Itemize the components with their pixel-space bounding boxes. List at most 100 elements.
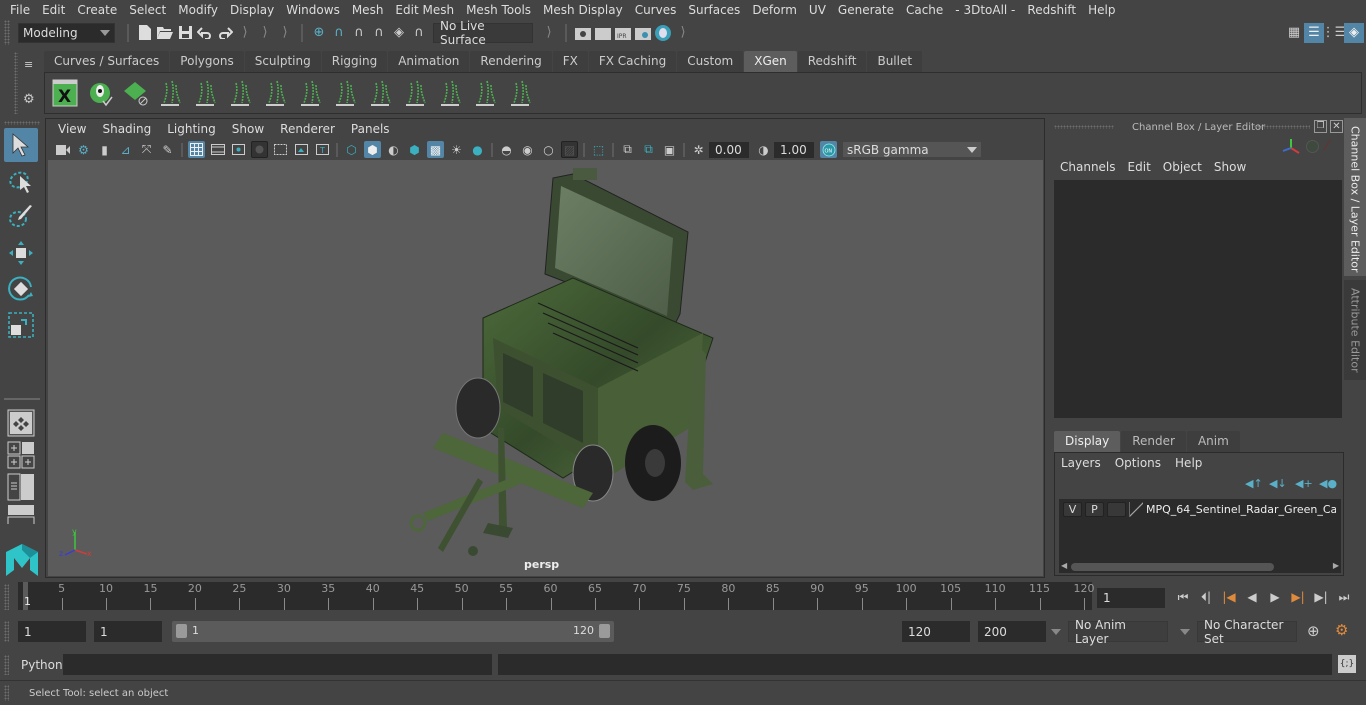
image-icon[interactable]: ▣ bbox=[661, 141, 678, 158]
new-layer-selected-icon[interactable]: ◀● bbox=[1319, 477, 1337, 490]
wireframe-icon[interactable]: ⬡ bbox=[343, 141, 360, 158]
tool-settings-icon[interactable]: ⋮☰ bbox=[1322, 23, 1347, 43]
gamma-field[interactable]: 1.00 bbox=[774, 141, 814, 158]
viewport-menu-view[interactable]: View bbox=[50, 122, 94, 136]
shelf-tab-rendering[interactable]: Rendering bbox=[470, 51, 552, 72]
menu-generate[interactable]: Generate bbox=[832, 3, 900, 17]
xgen-lock-guide-icon[interactable] bbox=[294, 77, 326, 109]
command-line-input[interactable] bbox=[63, 654, 492, 675]
collapse-arrow-icon[interactable]: ⟩ bbox=[673, 23, 693, 43]
redo-icon[interactable] bbox=[215, 23, 235, 43]
step-forward-key-icon[interactable]: ▶| bbox=[1288, 587, 1308, 607]
layer-visibility-toggle[interactable]: V bbox=[1063, 501, 1082, 517]
xgen-select-guide-icon[interactable] bbox=[434, 77, 466, 109]
snap-curve-icon[interactable]: ∩ bbox=[329, 23, 349, 43]
rotate-tool[interactable] bbox=[4, 272, 38, 306]
status-line-grip[interactable] bbox=[4, 20, 10, 45]
modeling-toolkit-icon[interactable]: ▦ bbox=[1284, 23, 1304, 43]
shelf-tab-custom[interactable]: Custom bbox=[677, 51, 744, 72]
new-layer-icon[interactable]: ◀+ bbox=[1295, 477, 1313, 490]
layer-editor-menu-layers[interactable]: Layers bbox=[1059, 456, 1113, 470]
layer-row[interactable]: V P MPQ_64_Sentinel_Radar_Green_Camo bbox=[1059, 499, 1341, 519]
shelf-tab-polygons[interactable]: Polygons bbox=[170, 51, 244, 72]
2d-pan-zoom-icon[interactable]: ⤧ bbox=[138, 141, 155, 158]
help-line-grip[interactable] bbox=[4, 685, 9, 701]
textured-icon[interactable]: ▩ bbox=[427, 141, 444, 158]
safe-title-icon[interactable]: T bbox=[314, 141, 331, 158]
render-current-icon[interactable] bbox=[593, 23, 613, 43]
xray-joints-icon[interactable]: ⧉ bbox=[619, 141, 636, 158]
xgen-clear-preview-icon[interactable] bbox=[119, 77, 151, 109]
snap-surface-icon[interactable]: ◈ bbox=[389, 23, 409, 43]
range-end-handle[interactable] bbox=[599, 624, 610, 638]
shelf-tab-fx-caching[interactable]: FX Caching bbox=[588, 51, 677, 72]
shelf-tab-xgen[interactable]: XGen bbox=[744, 51, 797, 72]
time-slider[interactable]: 1 5 10 15 20 25 30 35 40 45 50 55 60 65 70 75 80 85 90 95 1… bbox=[18, 582, 1095, 610]
menu-edit[interactable]: Edit bbox=[36, 3, 71, 17]
scale-tool[interactable] bbox=[4, 308, 38, 342]
camera-attributes-icon[interactable]: ⚙ bbox=[75, 141, 92, 158]
layer-list-scrollbar[interactable]: ◀ ▶ bbox=[1059, 561, 1341, 573]
shelf-tab-redshift[interactable]: Redshift bbox=[797, 51, 867, 72]
go-to-start-icon[interactable]: ⏮ bbox=[1173, 587, 1193, 607]
menu-mesh-tools[interactable]: Mesh Tools bbox=[460, 3, 537, 17]
select-tool[interactable] bbox=[4, 128, 38, 162]
menu-mesh[interactable]: Mesh bbox=[346, 3, 390, 17]
auto-key-icon[interactable]: ⊕ bbox=[1307, 622, 1320, 640]
close-panel-icon[interactable]: ✕ bbox=[1330, 120, 1343, 133]
side-tab-channel-box[interactable]: Channel Box / Layer Editor bbox=[1344, 118, 1366, 276]
bookmark-icon[interactable]: ▮ bbox=[96, 141, 113, 158]
xgen-preview-icon[interactable] bbox=[84, 77, 116, 109]
menu-edit-mesh[interactable]: Edit Mesh bbox=[389, 3, 460, 17]
viewport-menu-show[interactable]: Show bbox=[224, 122, 272, 136]
xgen-delete-guide-icon[interactable] bbox=[504, 77, 536, 109]
animation-preferences-icon[interactable]: ⚙ bbox=[1335, 621, 1348, 639]
menu-3dtoall[interactable]: - 3DtoAll - bbox=[949, 3, 1021, 17]
persp-graph-layout[interactable] bbox=[4, 504, 38, 524]
menu-cache[interactable]: Cache bbox=[900, 3, 949, 17]
xgen-guide-length-icon[interactable] bbox=[329, 77, 361, 109]
smooth-shade-icon[interactable]: ⬢ bbox=[364, 141, 381, 158]
scroll-left-icon[interactable]: ◀ bbox=[1061, 561, 1067, 570]
render-view-icon[interactable] bbox=[573, 23, 593, 43]
gate-mask-icon[interactable] bbox=[251, 141, 268, 158]
playback-end-field[interactable]: 120 bbox=[902, 621, 970, 642]
motion-blur-icon[interactable]: ◉ bbox=[519, 141, 536, 158]
shelf-tab-bullet[interactable]: Bullet bbox=[867, 51, 923, 72]
viewport-menu-lighting[interactable]: Lighting bbox=[159, 122, 224, 136]
menu-create[interactable]: Create bbox=[71, 3, 123, 17]
channel-box-area[interactable] bbox=[1054, 180, 1342, 418]
save-scene-icon[interactable] bbox=[175, 23, 195, 43]
step-forward-frame-icon[interactable]: ▶| bbox=[1311, 587, 1331, 607]
radar-trailer-model[interactable] bbox=[403, 168, 723, 563]
menu-windows[interactable]: Windows bbox=[280, 3, 346, 17]
viewport-canvas[interactable]: persp y x z bbox=[48, 160, 1043, 576]
menu-set-dropdown[interactable]: Modeling bbox=[18, 22, 115, 43]
xgen-add-guides-icon[interactable] bbox=[154, 77, 186, 109]
range-start-handle[interactable] bbox=[176, 624, 187, 638]
channel-box-menu-object[interactable]: Object bbox=[1159, 160, 1210, 174]
collapse-arrow-icon[interactable]: ⟩ bbox=[235, 23, 255, 43]
outliner-persp-layout[interactable] bbox=[4, 472, 38, 502]
toolbox-grip[interactable] bbox=[4, 121, 40, 125]
field-chart-icon[interactable] bbox=[272, 141, 289, 158]
move-layer-down-icon[interactable]: ◀↓ bbox=[1269, 477, 1287, 490]
shelf-tab-rigging[interactable]: Rigging bbox=[321, 51, 388, 72]
collapse-arrow-icon[interactable]: ⟩ bbox=[275, 23, 295, 43]
menu-select[interactable]: Select bbox=[123, 3, 172, 17]
xgen-scale-guides-icon[interactable] bbox=[399, 77, 431, 109]
image-plane-icon[interactable]: ⊿ bbox=[117, 141, 134, 158]
step-back-frame-icon[interactable]: ⏴︎| bbox=[1196, 587, 1216, 607]
range-slider-grip[interactable] bbox=[4, 621, 9, 642]
play-backwards-icon[interactable]: ◀ bbox=[1242, 587, 1262, 607]
single-perspective-layout[interactable] bbox=[4, 408, 38, 438]
shelf-tabs-menu-icon[interactable]: ≡ bbox=[24, 58, 33, 71]
lock-status-icon[interactable]: ⁄ bbox=[1326, 138, 1328, 154]
channel-box-menu-channels[interactable]: Channels bbox=[1056, 160, 1124, 174]
shadows-icon[interactable]: ● bbox=[469, 141, 486, 158]
command-line-language-label[interactable]: Python bbox=[21, 658, 63, 672]
time-slider-grip[interactable] bbox=[4, 584, 9, 610]
four-view-layout[interactable] bbox=[4, 440, 38, 470]
channel-box-icon[interactable]: ◈ bbox=[1344, 22, 1364, 43]
menu-deform[interactable]: Deform bbox=[746, 3, 803, 17]
